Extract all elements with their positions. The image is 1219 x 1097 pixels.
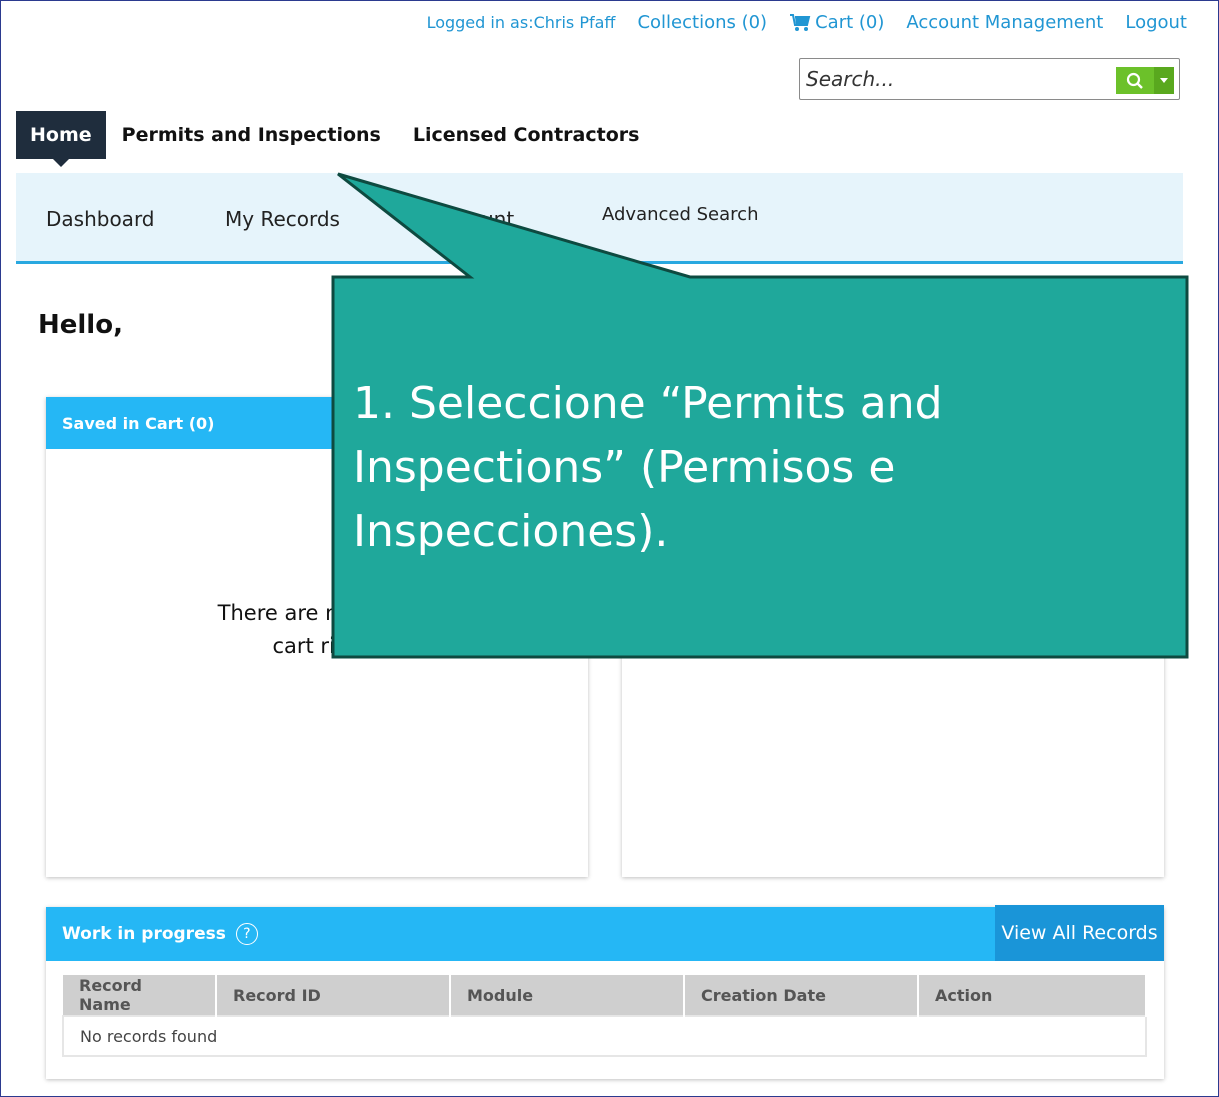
callout-text: 1. Seleccione “Permits and Inspections” … — [353, 378, 943, 557]
